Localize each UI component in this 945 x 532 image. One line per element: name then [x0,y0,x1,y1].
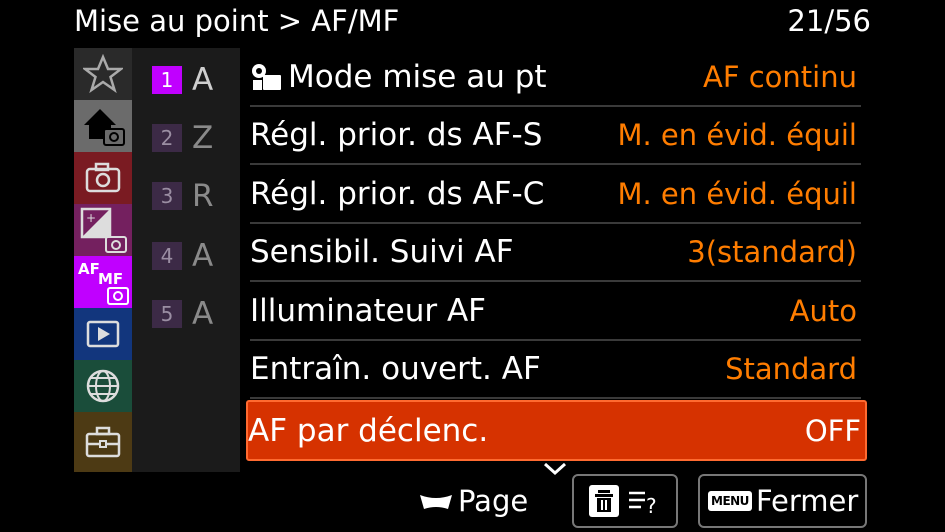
subpage-item-2[interactable]: 2 Z [152,118,220,158]
menu-row-label: Régl. prior. ds AF-S [250,116,543,153]
menu-row-label: AF par déclenc. [248,412,489,449]
svg-text:?: ? [646,494,657,515]
toolbox-icon [85,426,121,458]
subpage-label: A [192,62,214,98]
menu-row-af-w-shutter[interactable]: AF par déclenc. OFF [246,400,867,461]
page-hint: Page [418,480,528,522]
playback-icon [86,320,120,348]
menu-row-af-s-priority[interactable]: Régl. prior. ds AF-S M. en évid. équil [250,106,861,165]
header-title: Mise au point > AF/MF [74,4,400,38]
menu-row-af-c-priority[interactable]: Régl. prior. ds AF-C M. en évid. équil [250,165,861,224]
category-shooting[interactable] [74,152,132,204]
subpage-number: 4 [152,242,182,270]
subpage-label: R [192,178,214,214]
scroll-down-icon[interactable] [543,462,567,476]
category-exposure[interactable]: + [74,204,132,256]
menu-row-focus-mode[interactable]: Mode mise au pt AF continu [250,48,861,107]
menu-row-value: OFF [804,413,861,448]
star-icon [83,54,123,94]
delete-help-button[interactable]: ? [572,474,678,528]
menu-row-label: Sensibil. Suivi AF [250,233,514,270]
category-af-mf[interactable]: AF MF [74,256,132,308]
svg-text:AF: AF [78,260,100,278]
menu-key-icon: MENU [708,491,752,511]
subpage-item-1[interactable]: 1 A [152,60,220,100]
menu-row-value: M. en évid. équil [617,117,857,152]
network-icon [86,369,120,403]
subpage-number: 5 [152,300,182,328]
menu-row-value: M. en évid. équil [617,176,857,211]
subpage-item-4[interactable]: 4 A [152,236,220,276]
close-label: Fermer [755,484,859,518]
focus-mode-icon [252,63,281,90]
subpage-list: 1 A 2 Z 3 R 4 A 5 A [132,48,240,472]
menu-list: Mode mise au pt AF continu Régl. prior. … [240,48,871,472]
category-main[interactable] [74,100,132,152]
help-list-icon: ? [629,491,657,515]
subpage-number: 1 [152,66,182,94]
menu-row-value: 3(standard) [687,234,857,269]
page-label: Page [458,484,529,518]
menu-row-af-illuminator[interactable]: Illuminateur AF Auto [250,282,861,341]
menu-row-label: Régl. prior. ds AF-C [250,175,545,212]
menu-row-value: Auto [789,293,857,328]
page-counter: 21/56 [787,4,871,38]
menu-row-value: Standard [725,351,857,386]
menu-row-label: Illuminateur AF [250,292,486,329]
subpage-label: A [192,238,214,274]
close-button[interactable]: MENU Fermer [698,474,867,528]
af-mf-camera-icon: AFMF [78,260,129,305]
svg-text:+: + [86,211,96,225]
trash-icon [589,485,619,517]
home-camera-icon [84,109,125,146]
subpage-item-3[interactable]: 3 R [152,176,220,216]
category-setup[interactable] [74,412,132,472]
subpage-number: 3 [152,182,182,210]
menu-row-label: Entraîn. ouvert. AF [250,350,541,387]
subpage-label: A [192,296,214,332]
category-favorites[interactable] [74,48,132,100]
exposure-camera-icon: + [80,207,127,253]
menu-row-af-tracking-sensitivity[interactable]: Sensibil. Suivi AF 3(standard) [250,223,861,282]
category-strip: + AF MF [74,48,132,472]
subpage-number: 2 [152,124,182,152]
menu-row-label: Mode mise au pt [288,58,547,95]
camera-icon [85,162,121,193]
subpage-label: Z [192,120,214,156]
dial-icon [420,495,452,509]
category-playback[interactable] [74,308,132,360]
menu-row-aperture-drive-af[interactable]: Entraîn. ouvert. AF Standard [250,340,861,399]
category-network[interactable] [74,360,132,412]
subpage-item-5[interactable]: 5 A [152,294,220,334]
svg-text:MF: MF [98,270,123,288]
menu-row-value: AF continu [703,59,857,94]
menu-row-label-wrap: Mode mise au pt [250,59,547,95]
